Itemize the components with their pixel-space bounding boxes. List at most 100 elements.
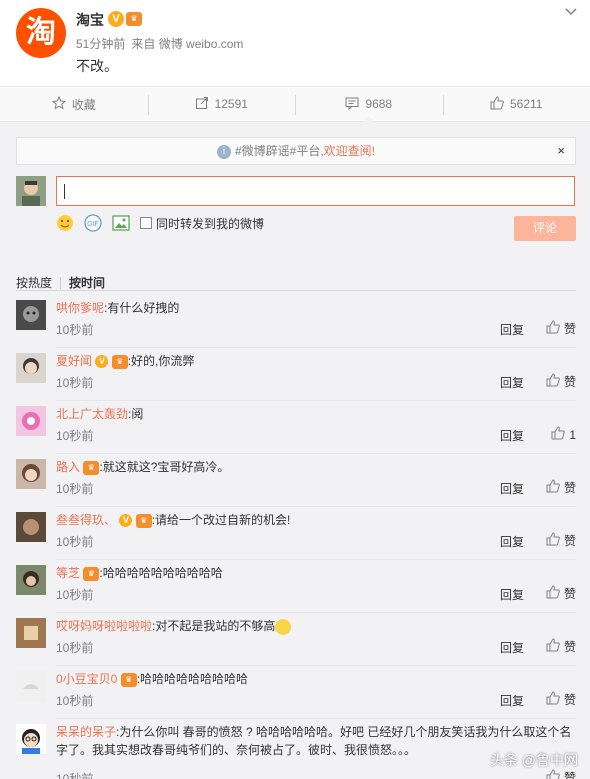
comment-time: 10秒前	[56, 588, 94, 602]
reply-button[interactable]: 回复	[500, 639, 524, 656]
comment-text: :对不起是我站的不够高	[152, 619, 276, 633]
commenter-name[interactable]: 路入	[56, 460, 80, 474]
gif-icon[interactable]: GIF	[84, 214, 102, 232]
author-avatar[interactable]: 淘	[16, 8, 66, 58]
commenter-avatar[interactable]	[16, 724, 46, 754]
comment-input[interactable]	[56, 176, 575, 206]
comment-item: 北上广太轰劲:阅 10秒前 回复 1	[16, 406, 576, 459]
comment-like-button[interactable]: 赞	[546, 769, 576, 779]
commenter-avatar[interactable]	[16, 565, 46, 595]
commenter-avatar[interactable]	[16, 300, 46, 330]
author-name[interactable]: 淘宝	[76, 10, 104, 30]
notice-link[interactable]: 欢迎查阅!	[324, 144, 375, 158]
thumbs-up-icon	[546, 373, 560, 390]
chevron-down-icon[interactable]	[564, 4, 578, 20]
comment-like-button[interactable]: 赞	[546, 532, 576, 549]
comment-item: 路入 ♛:就这就这?宝哥好高冷。 10秒前 回复 赞	[16, 459, 576, 512]
favorite-button[interactable]: 收藏	[0, 87, 148, 121]
divider	[56, 506, 576, 507]
divider	[60, 276, 62, 289]
divider	[56, 453, 576, 454]
comment-button[interactable]: 9688	[295, 87, 443, 122]
commenter-avatar[interactable]	[16, 671, 46, 701]
commenter-avatar[interactable]	[16, 512, 46, 542]
comment-sort-tabs: 按热度 按时间	[16, 274, 105, 291]
divider	[56, 718, 576, 719]
like-label: 赞	[563, 640, 576, 654]
sort-by-hot[interactable]: 按热度	[16, 274, 52, 291]
watermark: 头条 @鲁中网	[489, 752, 578, 768]
comment-item: 夏好闻 V ♛:好的,你流弊 10秒前 回复 赞	[16, 353, 576, 406]
like-label: 赞	[563, 771, 576, 779]
reply-button[interactable]: 回复	[500, 427, 524, 444]
comment-like-button[interactable]: 赞	[546, 638, 576, 655]
sort-by-time[interactable]: 按时间	[69, 274, 105, 291]
comment-time: 10秒前	[56, 482, 94, 496]
comment-time: 10秒前	[56, 323, 94, 337]
star-icon	[51, 95, 66, 113]
reply-button[interactable]: 回复	[500, 321, 524, 338]
post-time[interactable]: 51分钟前	[76, 37, 125, 51]
reply-button[interactable]: 回复	[500, 480, 524, 497]
comment-text: :阅	[128, 407, 144, 421]
commenter-name[interactable]: 0小豆宝贝0	[56, 672, 117, 686]
comment-like-button[interactable]: 赞	[546, 373, 576, 390]
comment-text: :好的,你流弊	[127, 354, 195, 368]
close-icon[interactable]: ×	[557, 138, 565, 164]
commenter-name[interactable]: 哎呀妈呀啦啦啦啦	[56, 619, 152, 633]
post-text: 不改。	[76, 58, 118, 74]
composer-toolbar: GIF 同时转发到我的微博	[56, 214, 264, 232]
commenter-avatar[interactable]	[16, 406, 46, 436]
vip-icon: ♛	[126, 12, 142, 26]
emoji-icon[interactable]	[56, 214, 74, 232]
comment-like-button[interactable]: 赞	[546, 320, 576, 337]
like-button[interactable]: 56211	[442, 87, 590, 121]
post-action-bar: 收藏 12591 9688 56211	[0, 86, 590, 122]
verified-icon: V	[119, 514, 133, 528]
reply-button[interactable]: 回复	[500, 586, 524, 603]
divider	[56, 347, 576, 348]
commenter-name[interactable]: 北上广太轰劲	[56, 407, 128, 421]
repost-button[interactable]: 12591	[147, 87, 296, 121]
divider	[16, 290, 576, 291]
comment-time: 10秒前	[56, 376, 94, 390]
vip-icon: ♛	[120, 672, 137, 687]
like-label: 赞	[563, 481, 576, 495]
comment-like-button[interactable]: 赞	[546, 585, 576, 602]
info-icon: i	[216, 144, 231, 159]
comment-item: 哄你爹呢:有什么好拽的 10秒前 回复 赞	[16, 300, 576, 353]
comment-like-button[interactable]: 赞	[546, 691, 576, 708]
commenter-name[interactable]: 叁叁得玖、	[56, 513, 116, 527]
reply-button[interactable]: 回复	[500, 533, 524, 550]
like-label: 赞	[563, 375, 576, 389]
post-source: 来自 微博 weibo.com	[131, 37, 244, 51]
commenter-avatar[interactable]	[16, 459, 46, 489]
forward-label[interactable]: 同时转发到我的微博	[156, 215, 264, 232]
commenter-name[interactable]: 夏好闻	[56, 354, 92, 368]
submit-comment-button[interactable]: 评论	[514, 216, 576, 241]
commenter-avatar[interactable]	[16, 618, 46, 648]
comment-time: 10秒前	[56, 429, 94, 443]
image-icon[interactable]	[112, 214, 130, 232]
forward-checkbox[interactable]	[140, 217, 152, 229]
thumbs-up-icon	[546, 769, 560, 779]
comment-text: :就这就这?宝哥好高冷。	[99, 460, 230, 474]
comment-like-button[interactable]: 1	[551, 426, 576, 443]
reply-button[interactable]: 回复	[500, 692, 524, 709]
comment-text: :请给一个改过自新的机会!	[151, 513, 291, 527]
commenter-name[interactable]: 等芝	[56, 566, 80, 580]
commenter-name[interactable]: 哄你爹呢	[56, 301, 104, 315]
commenter-name[interactable]: 呆呆的呆子	[56, 725, 116, 739]
thumbs-up-icon	[546, 320, 560, 337]
divider	[56, 612, 576, 613]
repost-count: 12591	[214, 97, 248, 111]
commenter-avatar[interactable]	[16, 353, 46, 383]
comment-like-button[interactable]: 赞	[546, 479, 576, 496]
post-meta: 51分钟前 来自 微博 weibo.com	[76, 35, 249, 52]
like-label: 赞	[563, 322, 576, 336]
vip-icon: ♛	[135, 513, 152, 528]
rumor-notice-bar: i #微博辟谣#平台,欢迎查阅! ×	[16, 137, 576, 165]
reply-button[interactable]: 回复	[500, 374, 524, 391]
thumbs-up-icon	[490, 95, 504, 113]
notice-prefix[interactable]: #微博辟谣#平台,	[235, 144, 324, 158]
